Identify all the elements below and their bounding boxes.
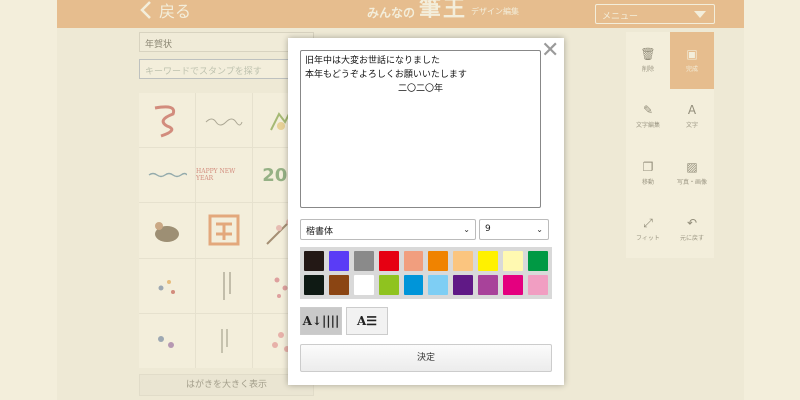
color-swatch[interactable] <box>453 275 474 295</box>
color-swatch[interactable] <box>503 251 524 271</box>
message-line-2: 本年もどうぞよろしくお願いいたします <box>305 70 467 80</box>
color-swatch[interactable] <box>503 275 524 295</box>
color-swatch[interactable] <box>528 251 548 271</box>
color-swatch[interactable] <box>403 275 424 295</box>
color-swatch[interactable] <box>328 275 349 295</box>
font-value: 楷書体 <box>306 227 334 237</box>
chevron-down-icon: ⌄ <box>463 225 470 234</box>
vertical-writing-button[interactable]: A↓|||| <box>300 307 342 335</box>
chevron-down-icon: ⌄ <box>536 225 543 234</box>
color-swatch[interactable] <box>528 275 548 295</box>
color-swatch[interactable] <box>328 251 349 271</box>
size-value: 9 <box>485 224 491 234</box>
message-textarea[interactable]: 旧年中は大変お世話になりました 本年もどうぞよろしくお願いいたします 二〇二〇年 <box>300 50 541 208</box>
color-swatch[interactable] <box>478 275 499 295</box>
color-swatch[interactable] <box>353 275 374 295</box>
color-swatch[interactable] <box>378 251 399 271</box>
color-swatch[interactable] <box>428 251 449 271</box>
color-swatch[interactable] <box>403 251 424 271</box>
close-icon[interactable]: ✕ <box>541 40 559 62</box>
size-select[interactable]: 9 ⌄ <box>479 219 549 240</box>
confirm-button[interactable]: 決定 <box>300 344 552 372</box>
message-line-3: 二〇二〇年 <box>397 84 443 94</box>
message-line-1: 旧年中は大変お世話になりました <box>305 56 441 66</box>
color-swatch[interactable] <box>453 251 474 271</box>
color-swatch[interactable] <box>353 251 374 271</box>
color-swatch[interactable] <box>428 275 449 295</box>
color-swatch[interactable] <box>378 275 399 295</box>
color-swatch[interactable] <box>304 275 324 295</box>
text-edit-dialog: ✕ 旧年中は大変お世話になりました 本年もどうぞよろしくお願いいたします 二〇二… <box>288 38 564 385</box>
color-palette <box>300 247 552 299</box>
color-swatch[interactable] <box>304 251 324 271</box>
horizontal-writing-button[interactable]: A☰ <box>346 307 388 335</box>
color-swatch[interactable] <box>478 251 499 271</box>
font-select[interactable]: 楷書体 ⌄ <box>300 219 476 240</box>
